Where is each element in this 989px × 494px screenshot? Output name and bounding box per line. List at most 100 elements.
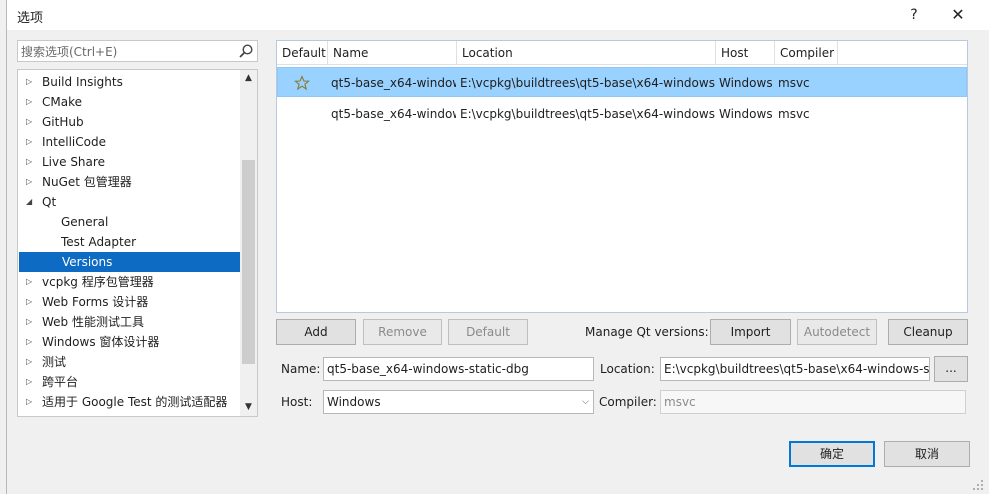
tree-item[interactable]: ▷ Web Forms 设计器 bbox=[18, 292, 240, 312]
collapsed-arrow-icon[interactable]: ▷ bbox=[26, 152, 36, 172]
header-host[interactable]: Host bbox=[716, 41, 775, 65]
tree-item-label: IntelliCode bbox=[42, 135, 106, 149]
tree-scrollbar[interactable]: ▲ ▼ bbox=[240, 70, 257, 416]
qt-versions-table: Default Name Location Host Compiler qt5-… bbox=[276, 40, 968, 313]
star-icon[interactable] bbox=[294, 75, 310, 91]
collapsed-arrow-icon[interactable]: ▷ bbox=[26, 292, 36, 312]
cleanup-button[interactable]: Cleanup bbox=[888, 319, 968, 345]
collapsed-arrow-icon[interactable]: ▷ bbox=[26, 392, 36, 412]
chevron-down-icon: ⌵ bbox=[582, 397, 589, 407]
header-name[interactable]: Name bbox=[328, 41, 457, 65]
tree-item-label: NuGet 包管理器 bbox=[42, 175, 132, 189]
collapsed-arrow-icon[interactable]: ▷ bbox=[26, 112, 36, 132]
default-button[interactable]: Default bbox=[448, 319, 528, 345]
collapsed-arrow-icon[interactable]: ▷ bbox=[26, 372, 36, 392]
cell-name: qt5-base_x64-window bbox=[331, 107, 456, 121]
tree-item-label: General bbox=[61, 215, 109, 229]
remove-button[interactable]: Remove bbox=[363, 319, 442, 345]
collapsed-arrow-icon[interactable]: ▷ bbox=[26, 72, 36, 92]
cell-name: qt5-base_x64-window bbox=[331, 76, 456, 90]
tree-item[interactable]: ◢ Qt bbox=[18, 192, 240, 212]
compiler-label: Compiler: bbox=[599, 395, 657, 409]
collapsed-arrow-icon[interactable]: ▷ bbox=[26, 272, 36, 292]
collapsed-arrow-icon[interactable]: ▷ bbox=[26, 92, 36, 112]
cell-host: Windows bbox=[719, 107, 773, 121]
tree-item[interactable]: ▷ vcpkg 程序包管理器 bbox=[18, 272, 240, 292]
collapsed-arrow-icon[interactable]: ▷ bbox=[26, 312, 36, 332]
close-button[interactable]: ✕ bbox=[943, 4, 973, 26]
tree-item[interactable]: ▷ NuGet 包管理器 bbox=[18, 172, 240, 192]
tree-item-label: Web Forms 设计器 bbox=[42, 295, 149, 309]
tree-item[interactable]: ▷ CMake bbox=[18, 92, 240, 112]
resize-grip-icon[interactable] bbox=[971, 478, 985, 492]
expanded-arrow-icon[interactable]: ◢ bbox=[26, 192, 36, 212]
tree-item[interactable]: General bbox=[18, 212, 240, 232]
name-label: Name: bbox=[281, 362, 321, 376]
collapsed-arrow-icon[interactable]: ▷ bbox=[26, 352, 36, 372]
tree-item-label: GitHub bbox=[42, 115, 84, 129]
cell-compiler: msvc bbox=[778, 76, 810, 90]
cell-compiler: msvc bbox=[778, 107, 810, 121]
cell-host: Windows bbox=[719, 76, 773, 90]
host-select[interactable]: Windows ⌵ bbox=[323, 390, 594, 414]
ok-button[interactable]: 确定 bbox=[789, 441, 875, 467]
search-input[interactable] bbox=[21, 44, 231, 59]
tree-item-label: Windows 窗体设计器 bbox=[42, 335, 160, 349]
tree-item[interactable]: ▷ Build Insights bbox=[18, 72, 240, 92]
tree-item[interactable]: ▷ Windows 窗体设计器 bbox=[18, 332, 240, 352]
tree-item[interactable]: ▷ IntelliCode bbox=[18, 132, 240, 152]
cancel-button[interactable]: 取消 bbox=[884, 441, 970, 467]
collapsed-arrow-icon[interactable]: ▷ bbox=[26, 132, 36, 152]
scroll-thumb[interactable] bbox=[242, 160, 255, 364]
tree-item-label: 跨平台 bbox=[42, 375, 79, 389]
tree-item-label: Web 性能测试工具 bbox=[42, 315, 144, 329]
scroll-up-icon[interactable]: ▲ bbox=[240, 70, 257, 87]
tree-item-label: Qt bbox=[42, 195, 57, 209]
table-row[interactable]: qt5-base_x64-window E:\vcpkg\buildtrees\… bbox=[277, 99, 967, 129]
add-button[interactable]: Add bbox=[276, 319, 356, 345]
search-box bbox=[17, 40, 258, 62]
header-default[interactable]: Default bbox=[277, 41, 328, 65]
tree-item-label: Versions bbox=[62, 255, 113, 269]
tree-item[interactable]: ▷ 跨平台 bbox=[18, 372, 240, 392]
window-title: 选项 bbox=[17, 11, 44, 26]
tree-item[interactable]: ▷ 适用于 Google Test 的测试适配器 bbox=[18, 392, 240, 412]
header-location[interactable]: Location bbox=[457, 41, 716, 65]
tree-item-label: vcpkg 程序包管理器 bbox=[42, 275, 154, 289]
autodetect-button[interactable]: Autodetect bbox=[797, 319, 877, 345]
tree-item-label: 适用于 Google Test 的测试适配器 bbox=[42, 395, 228, 409]
tree-item-label: Live Share bbox=[42, 155, 105, 169]
compiler-field[interactable]: msvc bbox=[660, 390, 966, 414]
manage-qt-versions-label: Manage Qt versions: bbox=[585, 325, 709, 339]
table-header: Default Name Location Host Compiler bbox=[277, 41, 967, 65]
tree-item[interactable]: Test Adapter bbox=[18, 232, 240, 252]
tree-item[interactable]: ▷ Web 性能测试工具 bbox=[18, 312, 240, 332]
options-dialog: 选项 ? ✕ ▷ Build Insights ▷ CMake ▷ GitHub ▷ Inte… bbox=[6, 0, 989, 494]
location-field[interactable]: E:\vcpkg\buildtrees\qt5-base\x64-windows… bbox=[660, 357, 930, 381]
host-select-value: Windows bbox=[327, 395, 381, 409]
tree-item-label: 测试 bbox=[42, 355, 67, 369]
search-icon[interactable] bbox=[238, 43, 254, 59]
title-bar: 选项 ? ✕ bbox=[7, 0, 989, 30]
table-row[interactable]: qt5-base_x64-window E:\vcpkg\buildtrees\… bbox=[277, 67, 967, 97]
tree-item[interactable]: ▷ GitHub bbox=[18, 112, 240, 132]
location-label: Location: bbox=[600, 362, 655, 376]
browse-button[interactable]: ... bbox=[934, 356, 968, 382]
header-compiler[interactable]: Compiler bbox=[775, 41, 838, 65]
tree-item-label: Test Adapter bbox=[61, 235, 137, 249]
scroll-down-icon[interactable]: ▼ bbox=[240, 399, 257, 416]
host-label: Host: bbox=[281, 395, 313, 409]
tree-item[interactable]: Versions bbox=[19, 252, 240, 272]
cell-location: E:\vcpkg\buildtrees\qt5-base\x64-windows… bbox=[460, 107, 715, 121]
cell-location: E:\vcpkg\buildtrees\qt5-base\x64-windows… bbox=[460, 76, 715, 90]
options-tree: ▷ Build Insights ▷ CMake ▷ GitHub ▷ IntelliCode… bbox=[17, 69, 258, 417]
tree-item[interactable]: ▷ 测试 bbox=[18, 352, 240, 372]
collapsed-arrow-icon[interactable]: ▷ bbox=[26, 332, 36, 352]
tree-item[interactable]: ▷ Live Share bbox=[18, 152, 240, 172]
name-field[interactable]: qt5-base_x64-windows-static-dbg bbox=[323, 357, 594, 381]
tree-item-label: CMake bbox=[42, 95, 82, 109]
import-button[interactable]: Import bbox=[710, 319, 791, 345]
help-button[interactable]: ? bbox=[899, 4, 929, 26]
collapsed-arrow-icon[interactable]: ▷ bbox=[26, 172, 36, 192]
tree-item-label: Build Insights bbox=[42, 75, 123, 89]
